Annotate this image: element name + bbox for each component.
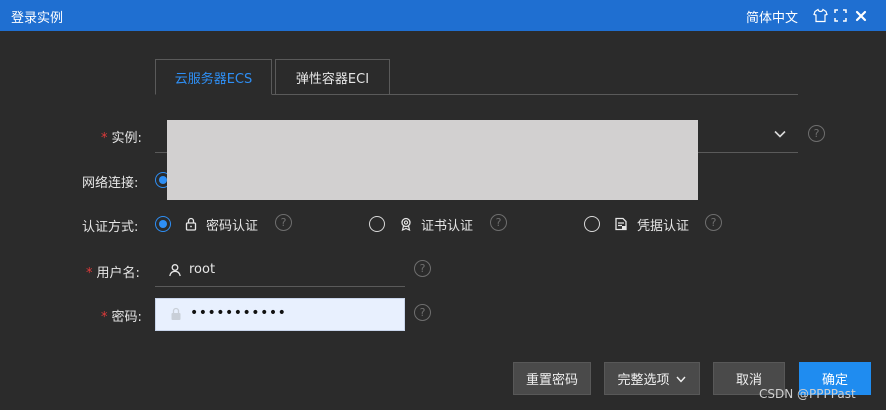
chevron-down-icon xyxy=(675,373,687,385)
lock-icon xyxy=(184,217,198,231)
user-icon xyxy=(168,263,182,277)
username-help-icon[interactable]: ? xyxy=(414,260,431,277)
certificate-icon xyxy=(399,217,413,232)
cancel-label: 取消 xyxy=(735,373,762,388)
credential-auth-help-icon[interactable]: ? xyxy=(705,214,722,231)
shirt-icon[interactable] xyxy=(813,8,828,23)
instance-help-icon[interactable]: ? xyxy=(808,125,825,142)
username-value: root xyxy=(189,262,216,277)
tab-eci[interactable]: 弹性容器ECI xyxy=(275,59,390,95)
auth-option-credential[interactable]: 凭据认证 xyxy=(637,215,689,234)
credential-icon xyxy=(614,217,628,231)
username-input[interactable]: root xyxy=(155,255,405,287)
auth-radio-password[interactable] xyxy=(155,216,171,232)
network-label: 网络连接: xyxy=(82,176,139,191)
auth-option-password[interactable]: 密码认证 xyxy=(206,215,258,234)
tab-ecs[interactable]: 云服务器ECS xyxy=(155,59,272,95)
certificate-auth-help-icon[interactable]: ? xyxy=(490,214,507,231)
auth-radio-certificate[interactable] xyxy=(369,216,385,232)
password-help-icon[interactable]: ? xyxy=(414,304,431,321)
chevron-down-icon[interactable] xyxy=(772,126,788,142)
close-icon[interactable] xyxy=(853,8,868,23)
fullscreen-icon[interactable] xyxy=(833,8,848,23)
required-marker: * xyxy=(86,266,93,281)
auth-radio-credential[interactable] xyxy=(584,216,600,232)
password-label: * 密码: xyxy=(101,310,142,325)
dialog-title: 登录实例 xyxy=(11,11,64,26)
auth-option-certificate[interactable]: 证书认证 xyxy=(421,215,473,234)
required-marker: * xyxy=(101,310,108,325)
instance-label: * 实例: xyxy=(101,131,142,146)
confirm-label: 确定 xyxy=(821,373,848,388)
watermark: CSDN @PPPPast xyxy=(759,387,856,401)
password-input[interactable]: ••••••••••• xyxy=(155,298,405,331)
full-options-label: 完整选项 xyxy=(617,373,670,388)
username-label: * 用户名: xyxy=(86,266,140,281)
required-marker: * xyxy=(101,131,108,146)
reset-password-button[interactable]: 重置密码 xyxy=(513,362,591,395)
reset-password-label: 重置密码 xyxy=(525,373,578,388)
password-auth-help-icon[interactable]: ? xyxy=(275,214,292,231)
title-bar: 登录实例 简体中文 xyxy=(0,0,886,31)
auth-label: 认证方式: xyxy=(82,220,139,235)
full-options-button[interactable]: 完整选项 xyxy=(604,362,700,395)
password-value: ••••••••••• xyxy=(190,305,287,321)
redacted-area xyxy=(167,120,698,200)
lock-icon xyxy=(169,307,183,321)
language-selector[interactable]: 简体中文 xyxy=(746,7,798,26)
